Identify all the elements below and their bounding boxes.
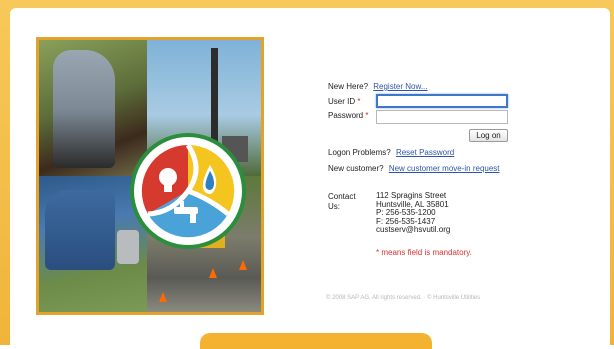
contact-email: custserv@hsvutil.org (376, 225, 451, 235)
new-here-row: New Here? Register Now... (328, 82, 428, 92)
password-label-row: Password * (328, 111, 368, 121)
logon-problems-label: Logon Problems? (328, 148, 391, 157)
required-marker: * (365, 111, 369, 120)
new-customer-row: New customer? New customer move-in reque… (328, 164, 500, 174)
bottom-tab-decoration (200, 333, 432, 349)
user-id-label-row: User ID * (328, 97, 360, 107)
worker-figure-2 (45, 190, 115, 270)
logon-problems-row: Logon Problems? Reset Password (328, 148, 454, 158)
contact-us-label: Contact Us: (328, 192, 356, 211)
traffic-cone-icon (159, 292, 167, 302)
user-id-input[interactable] (376, 94, 508, 108)
log-on-button[interactable]: Log on (469, 129, 508, 142)
worker-figure (53, 50, 115, 168)
password-input[interactable] (376, 110, 508, 124)
move-in-request-link[interactable]: New customer move-in request (389, 164, 500, 173)
utility-logo-graphic (138, 141, 238, 241)
user-id-label: User ID (328, 97, 356, 106)
new-customer-label: New customer? (328, 164, 384, 173)
copyright-footer: © 2008 SAP AG. All rights reserved. · © … (326, 295, 481, 301)
password-label: Password (328, 111, 364, 120)
register-now-link[interactable]: Register Now... (373, 82, 427, 91)
utility-logo (134, 137, 242, 245)
required-marker: * (357, 97, 361, 106)
reset-password-link[interactable]: Reset Password (396, 148, 454, 157)
mandatory-note: * means field is mandatory. (376, 248, 472, 257)
new-here-label: New Here? (328, 82, 369, 91)
traffic-cone-icon (239, 260, 247, 270)
contact-details: 112 Spragins Street Huntsville, AL 35801… (376, 191, 451, 235)
traffic-cone-icon (209, 268, 217, 278)
utility-photo-collage (36, 37, 264, 315)
